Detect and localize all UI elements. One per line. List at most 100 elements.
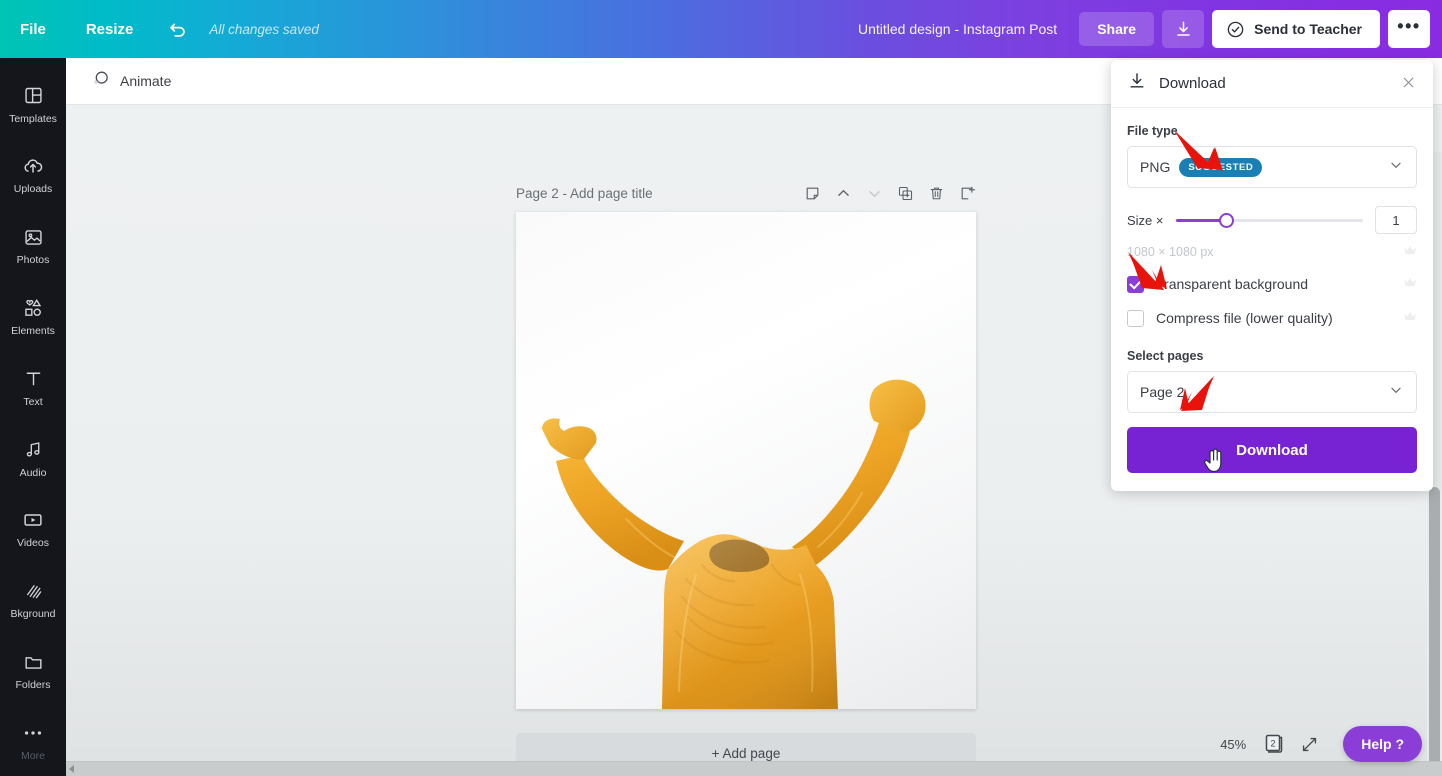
upload-cloud-icon	[22, 153, 44, 179]
animate-circle-icon	[90, 68, 111, 94]
download-submit-button[interactable]: Download	[1127, 427, 1417, 473]
top-toolbar-left: File Resize All changes saved	[0, 0, 319, 58]
audio-note-icon	[23, 437, 44, 463]
design-canvas[interactable]	[516, 212, 976, 709]
transparent-background-label: Transparent background	[1156, 276, 1309, 292]
expand-icon[interactable]	[1300, 735, 1319, 754]
send-to-teacher-label: Send to Teacher	[1254, 21, 1362, 37]
zoom-level[interactable]: 45%	[1220, 737, 1246, 752]
sidebar-item-label: Photos	[16, 254, 50, 267]
download-panel-header: Download	[1111, 60, 1433, 108]
move-down-icon[interactable]	[866, 185, 883, 202]
animate-button[interactable]: Animate	[82, 63, 179, 99]
templates-icon	[23, 83, 44, 109]
compress-file-checkbox[interactable]	[1127, 309, 1144, 327]
sidebar-item-more[interactable]: More	[0, 705, 66, 776]
animate-label: Animate	[120, 73, 172, 89]
share-button[interactable]: Share	[1079, 12, 1155, 46]
sidebar-item-videos[interactable]: Videos	[0, 493, 66, 564]
more-options-button[interactable]: •••	[1388, 10, 1430, 48]
undo-button[interactable]	[153, 0, 203, 58]
resize-label: Resize	[85, 20, 134, 38]
top-toolbar: File Resize All changes saved Untitled d…	[0, 0, 1442, 58]
sidebar-item-label: Text	[23, 395, 43, 408]
dimensions-text: 1080 × 1080 px	[1127, 244, 1214, 259]
sidebar-item-label: Audio	[19, 466, 47, 479]
design-title[interactable]: Untitled design - Instagram Post	[858, 21, 1057, 37]
close-icon[interactable]	[1400, 74, 1417, 94]
file-type-select[interactable]: PNG SUGGESTED	[1127, 146, 1417, 188]
compress-file-row: Compress file (lower quality)	[1127, 309, 1417, 327]
page-title[interactable]: Page 2 - Add page title	[516, 186, 653, 201]
file-menu-label: File	[20, 20, 46, 38]
crown-icon	[1403, 275, 1417, 293]
page-count-value: 2	[1271, 739, 1276, 749]
sidebar-item-uploads[interactable]: Uploads	[0, 139, 66, 210]
ellipsis-icon: •••	[1397, 15, 1421, 36]
background-hatch-icon	[23, 578, 44, 604]
file-type-label: File type	[1127, 124, 1178, 138]
undo-icon	[170, 23, 186, 37]
bottom-right-controls: 45% 2 Help ?	[1220, 726, 1422, 762]
dimensions-text-row: 1080 × 1080 px	[1127, 244, 1417, 259]
size-row: Size ×	[1127, 206, 1417, 234]
sidebar-item-audio[interactable]: Audio	[0, 422, 66, 493]
left-sidebar: Templates Uploads Photos Elements Text A…	[0, 58, 66, 776]
suggested-badge: SUGGESTED	[1179, 157, 1263, 177]
select-pages-dropdown[interactable]: Page 2	[1127, 371, 1417, 413]
duplicate-page-icon[interactable]	[897, 185, 914, 202]
chevron-down-icon	[1388, 382, 1404, 403]
size-input[interactable]	[1375, 206, 1417, 234]
canvas-image-orange-sweater[interactable]	[516, 369, 976, 709]
compress-file-label: Compress file (lower quality)	[1156, 310, 1333, 326]
notes-icon[interactable]	[804, 185, 821, 202]
move-up-icon[interactable]	[835, 185, 852, 202]
sidebar-item-text[interactable]: Text	[0, 351, 66, 422]
top-toolbar-right: Untitled design - Instagram Post Share S…	[858, 0, 1442, 58]
sidebar-item-label: Folders	[15, 679, 51, 692]
help-button[interactable]: Help ?	[1343, 726, 1422, 762]
file-type-value: PNG	[1140, 159, 1171, 175]
delete-page-icon[interactable]	[928, 185, 945, 202]
sidebar-item-bkground[interactable]: Bkground	[0, 564, 66, 635]
file-menu-button[interactable]: File	[0, 0, 66, 58]
sidebar-item-elements[interactable]: Elements	[0, 280, 66, 351]
sidebar-item-folders[interactable]: Folders	[0, 634, 66, 705]
scrollbar-thumb[interactable]	[1429, 487, 1440, 776]
lock-page-icon[interactable]	[959, 185, 976, 202]
text-icon	[23, 366, 44, 392]
canvas-horizontal-scrollbar[interactable]	[66, 761, 1442, 776]
send-to-teacher-button[interactable]: Send to Teacher	[1212, 10, 1380, 48]
crown-icon	[1403, 244, 1417, 259]
download-icon	[1127, 71, 1147, 96]
sidebar-item-photos[interactable]: Photos	[0, 210, 66, 281]
orange-sweater-illustration	[542, 379, 926, 709]
page-tools	[804, 185, 976, 202]
slider-knob[interactable]	[1218, 212, 1234, 228]
page-count-button[interactable]: 2	[1260, 732, 1286, 756]
size-label: Size ×	[1127, 212, 1164, 228]
canva-editor-window: File Resize All changes saved Untitled d…	[0, 0, 1442, 776]
download-panel: Download File type PNG SUGGESTED Size ×	[1111, 60, 1433, 491]
sidebar-item-label: Bkground	[10, 608, 56, 621]
ellipsis-icon	[22, 720, 44, 746]
resize-button[interactable]: Resize	[66, 0, 154, 58]
photo-icon	[23, 224, 44, 250]
download-toolbar-button[interactable]	[1162, 10, 1205, 48]
download-panel-title: Download	[1159, 75, 1226, 92]
chevron-down-icon	[1388, 157, 1404, 178]
add-page-label: + Add page	[711, 745, 781, 761]
scroll-left-arrow-icon[interactable]	[69, 765, 74, 773]
save-status: All changes saved	[209, 21, 319, 37]
sidebar-item-templates[interactable]: Templates	[0, 68, 66, 139]
download-panel-body: File type PNG SUGGESTED Size × 1080 × 10…	[1111, 108, 1433, 491]
selected-page-value: Page 2	[1140, 384, 1185, 400]
download-icon	[1176, 21, 1190, 36]
page-header: Page 2 - Add page title	[516, 185, 976, 202]
sidebar-item-label: Elements	[11, 325, 55, 338]
sidebar-item-label: Templates	[9, 112, 57, 125]
transparent-background-row: Transparent background	[1127, 275, 1417, 293]
size-slider[interactable]	[1175, 212, 1363, 228]
transparent-background-checkbox[interactable]	[1127, 275, 1144, 293]
select-pages-label: Select pages	[1127, 349, 1204, 363]
